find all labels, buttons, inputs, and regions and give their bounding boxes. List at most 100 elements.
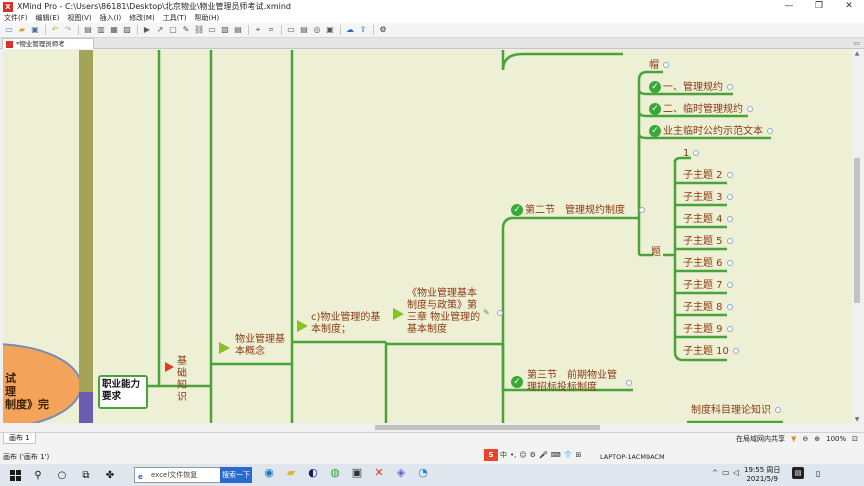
scroll-up-icon[interactable]: ▲ [853,50,861,57]
undo-icon[interactable]: ↶ [50,25,60,35]
tag-icon[interactable]: ⌖ [253,25,263,35]
expand-toggle-icon[interactable] [693,150,700,156]
expand-toggle-icon[interactable] [726,282,733,288]
green-app-icon[interactable]: ◍ [324,466,346,479]
mindmap-canvas[interactable]: 试 理 制度》完 职业能力要求 基础知识 物业管理基本概念 c)物业管理的基本制… [3,50,852,423]
topic-one[interactable]: 1 [683,148,700,160]
subtopic-2[interactable]: 子主题 2 [683,170,733,182]
lan-share-label[interactable]: 在局域网内共享 [736,434,785,444]
pencil-icon[interactable]: ✎ [181,25,191,35]
expand-toggle-icon[interactable] [747,106,753,112]
subtopic-3[interactable]: 子主题 3 [683,192,733,204]
store-icon[interactable]: ▣ [346,466,368,479]
expand-toggle-icon[interactable] [726,172,733,178]
central-topic[interactable]: 试 理 制度》完 [5,372,63,411]
expand-toggle-icon[interactable] [727,84,733,90]
menu-modify[interactable]: 修改(M) [129,13,155,23]
boundary-icon[interactable]: ▦ [109,25,119,35]
edge-browser-icon[interactable]: ◉ [258,466,280,479]
close-button[interactable]: ✕ [834,0,864,13]
topic-property-concept[interactable]: 物业管理基本概念 [219,334,289,358]
notification-center-icon[interactable]: ▤ [792,467,804,479]
windows-start-button[interactable] [4,464,26,486]
outline-icon[interactable]: ▤ [299,25,309,35]
menu-tools[interactable]: 工具(T) [163,13,187,23]
task-view-icon[interactable]: ⧉ [76,464,96,486]
topic-temp-rules[interactable]: ✓ 二、临时管理规约 [649,103,753,116]
note-icon[interactable]: ▤ [233,25,243,35]
maximize-button[interactable]: ❐ [804,0,834,13]
network-icon[interactable]: ▭ [722,468,730,477]
topic-icon[interactable]: ▤ [83,25,93,35]
topic-theory-knowledge[interactable]: 制度科目理论知识 [691,405,781,417]
redo-icon[interactable]: ↷ [63,25,73,35]
sheet-tab[interactable]: 画布 1 [3,433,36,444]
menu-view[interactable]: 视图(V) [67,13,91,23]
expand-toggle-icon[interactable] [639,207,645,213]
expand-toggle-icon[interactable] [726,304,733,310]
search-go-button[interactable]: 搜索一下 [220,467,252,483]
file-explorer-icon[interactable]: ▰ [280,466,302,479]
volume-icon[interactable]: ◁ [733,468,739,477]
attach-icon[interactable]: ▭ [207,25,217,35]
horizontal-scroll-thumb[interactable] [375,425,600,430]
maximize-editor-icon[interactable]: ▭ [853,39,860,47]
ime-settings-icon[interactable]: ⚙ [530,451,536,459]
relationship-icon[interactable]: ↗ [155,25,165,35]
show-desktop-icon[interactable]: ▯ [816,469,820,478]
expand-toggle-icon[interactable] [626,380,632,386]
menu-edit[interactable]: 编辑(E) [36,13,60,23]
topic-basic-knowledge[interactable]: 基础知识 [165,356,195,404]
ime-chinese-mode[interactable]: 中 [500,450,507,460]
gear-icon[interactable]: ⚙ [378,25,388,35]
horizontal-scrollbar[interactable] [3,423,852,432]
export-icon[interactable]: ⇪ [358,25,368,35]
subtopic-8[interactable]: 子主题 8 [683,302,733,314]
sogou-ime-icon[interactable]: S [484,449,498,461]
new-file-icon[interactable]: ▭ [4,25,14,35]
cortana-icon[interactable]: ○ [52,464,72,486]
vertical-scroll-thumb[interactable] [854,158,860,303]
presentation-icon[interactable]: ▣ [325,25,335,35]
ime-emoji-icon[interactable]: ☺ [519,451,526,459]
expand-toggle-icon[interactable] [732,348,739,354]
subtopic-7[interactable]: 子主题 7 [683,280,733,292]
image-icon[interactable]: ▨ [220,25,230,35]
expand-toggle-icon[interactable] [497,310,503,316]
layout-icon[interactable]: ▭ [286,25,296,35]
expand-toggle-icon[interactable] [726,326,733,332]
expand-toggle-icon[interactable] [726,238,733,244]
open-folder-icon[interactable]: ▰ [17,25,27,35]
expand-toggle-icon[interactable] [726,260,733,266]
xmind-taskbar-icon[interactable]: ✕ [368,466,390,479]
save-icon[interactable]: ▣ [30,25,40,35]
ime-mic-icon[interactable]: 🎤 [539,451,548,459]
fit-icon[interactable]: ⊡ [852,435,858,443]
subtopic-4[interactable]: 子主题 4 [683,214,733,226]
menu-file[interactable]: 文件(F) [4,13,28,23]
expand-toggle-icon[interactable] [775,407,781,413]
vertical-scrollbar[interactable]: ▲ ▼ [852,50,862,423]
topic-ti[interactable]: 题 [651,247,661,259]
wps-icon[interactable]: ◈ [390,466,412,479]
media-app-icon[interactable]: ◐ [302,466,324,479]
ime-punctuation[interactable]: •, [510,451,516,459]
zoom-icon[interactable]: ◎ [312,25,322,35]
summary-icon[interactable]: ▧ [122,25,132,35]
topic-chapter-three[interactable]: 《物业管理基本制度与政策》第三章 物业管理的基本制度 [393,288,485,336]
subtopic-10[interactable]: 子主题 10 [683,346,739,358]
chat-app-icon[interactable]: ◔ [412,466,434,479]
tab-document[interactable]: *物业管理员师考试.xmind [2,38,94,58]
minimize-button[interactable]: — [774,0,804,13]
menu-help[interactable]: 帮助(H) [194,13,219,23]
topic-section-two[interactable]: ✓ 第二节 管理规约制度 [511,204,625,217]
subtopic-9[interactable]: 子主题 9 [683,324,733,336]
zoom-in-icon[interactable]: ⊕ [814,435,820,443]
menu-insert[interactable]: 插入(I) [100,13,122,23]
subtopic-icon[interactable]: ▥ [96,25,106,35]
share-icon[interactable]: ☁ [345,25,355,35]
expand-toggle-icon[interactable] [726,216,733,222]
subtopic-5[interactable]: 子主题 5 [683,236,733,248]
tray-chevron-icon[interactable]: ^ [712,469,718,477]
search-icon[interactable]: ⚲ [28,464,48,486]
